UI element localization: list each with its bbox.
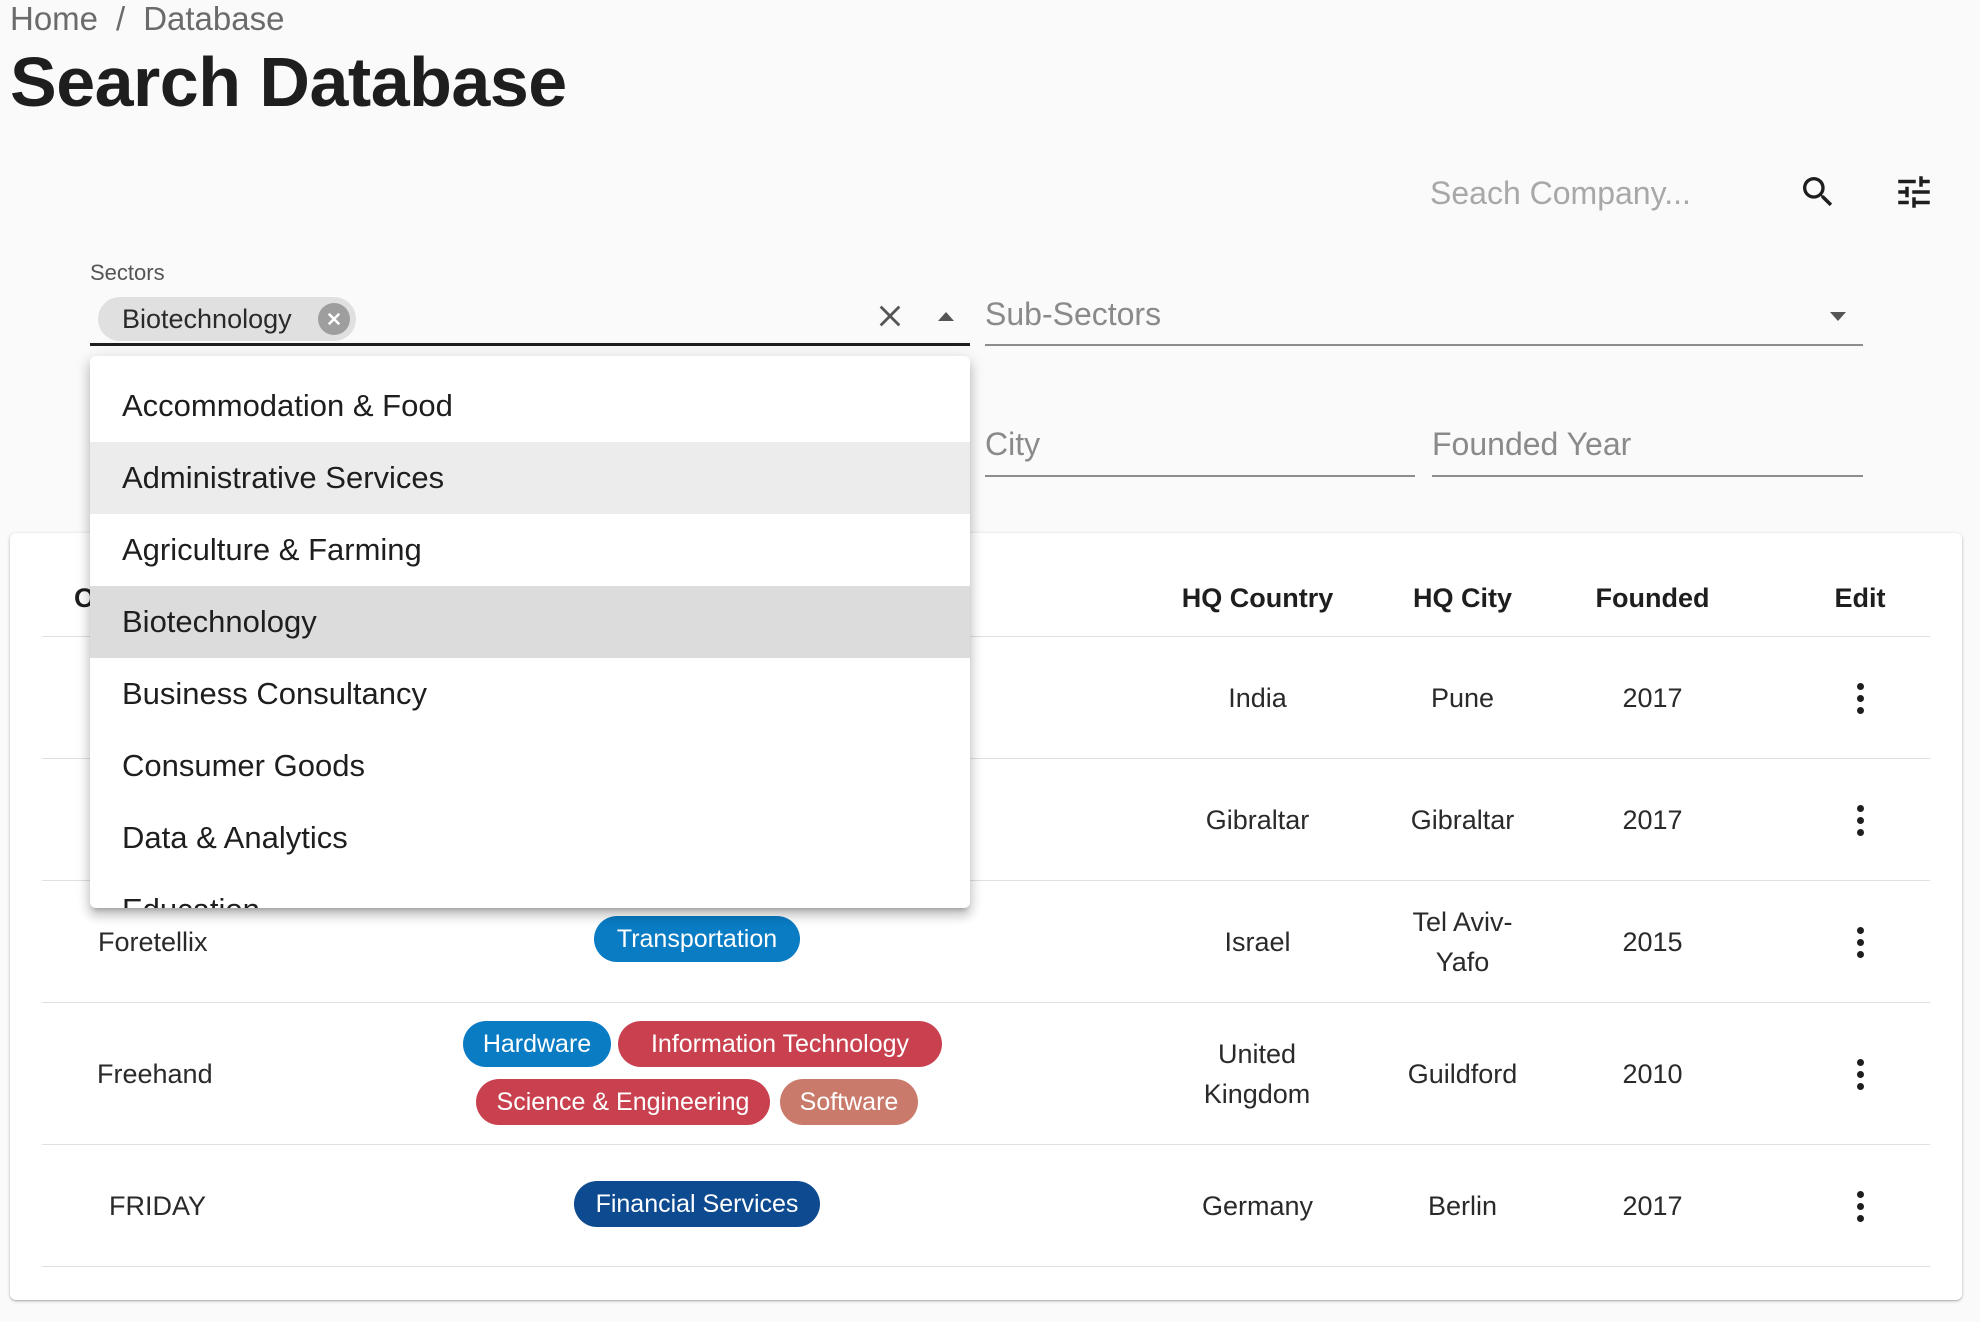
founded-year-field[interactable]: Founded Year <box>1432 426 1631 463</box>
breadcrumb-separator: / <box>116 0 126 37</box>
row-divider <box>42 1266 1930 1267</box>
close-icon <box>879 305 901 327</box>
dropdown-option-hovered[interactable]: Administrative Services <box>90 442 970 514</box>
caret-down-icon <box>1830 312 1846 321</box>
founded-cell: 2017 <box>1622 683 1683 713</box>
sectors-dropdown-menu: Accommodation & Food Administrative Serv… <box>90 356 970 908</box>
row-menu-button[interactable] <box>1836 668 1884 728</box>
filter-toggle-button[interactable] <box>1882 160 1946 224</box>
search-input[interactable] <box>1430 168 1750 218</box>
row-menu-button[interactable] <box>1836 1176 1884 1236</box>
hq-city-cell: Tel Aviv-Yafo <box>1412 907 1513 977</box>
column-header-edit: Edit <box>1834 583 1886 613</box>
sector-tag: Transportation <box>594 916 800 962</box>
sub-sectors-field[interactable]: Sub-Sectors <box>985 296 1161 333</box>
caret-up-icon <box>938 312 954 321</box>
city-field[interactable]: City <box>985 426 1040 463</box>
hq-country-cell: United Kingdom <box>1203 1039 1311 1109</box>
tune-icon <box>1898 176 1930 208</box>
city-underline <box>985 475 1415 477</box>
dropdown-option[interactable]: Education <box>90 874 970 908</box>
company-name-cell[interactable]: Freehand <box>97 1054 213 1094</box>
chip-remove-icon[interactable] <box>318 303 350 335</box>
column-header-founded[interactable]: Founded <box>1560 583 1745 614</box>
founded-cell: 2017 <box>1622 1191 1683 1221</box>
column-header-hq-city[interactable]: HQ City <box>1370 583 1555 614</box>
row-menu-button[interactable] <box>1836 1044 1884 1104</box>
sector-tag: Science & Engineering <box>476 1079 770 1125</box>
dropdown-option[interactable]: Data & Analytics <box>90 802 970 874</box>
hq-city-cell: Guildford <box>1407 1059 1518 1089</box>
dropdown-option-selected[interactable]: Biotechnology <box>90 586 970 658</box>
sub-sectors-dropdown-button[interactable] <box>1808 286 1868 346</box>
founded-year-underline <box>1432 475 1863 477</box>
company-name-cell[interactable]: Foretellix <box>98 922 208 962</box>
sectors-underline <box>90 343 970 346</box>
sector-tag: Software <box>780 1079 918 1125</box>
company-name-cell[interactable]: FRIDAY <box>109 1186 206 1226</box>
sector-chip[interactable]: Biotechnology <box>98 297 356 341</box>
sectors-label: Sectors <box>90 260 165 285</box>
row-menu-button[interactable] <box>1836 912 1884 972</box>
clear-sectors-button[interactable] <box>862 286 918 346</box>
hq-country-cell: Gibraltar <box>1205 805 1310 835</box>
sector-tag: Information Technology <box>618 1021 942 1067</box>
search-button[interactable] <box>1786 160 1850 224</box>
page-title: Search Database <box>10 43 567 121</box>
dropdown-option[interactable]: Agriculture & Farming <box>90 514 970 586</box>
column-header-hq-country[interactable]: HQ Country <box>1150 583 1365 614</box>
sector-tag: Financial Services <box>574 1181 820 1227</box>
hq-country-cell: India <box>1228 683 1287 713</box>
sectors-collapse-button[interactable] <box>918 286 974 346</box>
dropdown-option[interactable]: Consumer Goods <box>90 730 970 802</box>
hq-country-cell: Germany <box>1201 1191 1314 1221</box>
founded-cell: 2010 <box>1622 1059 1683 1089</box>
dropdown-option[interactable]: Accommodation & Food <box>90 370 970 442</box>
sector-tag: Hardware <box>463 1021 611 1067</box>
dropdown-option[interactable]: Business Consultancy <box>90 658 970 730</box>
hq-country-cell: Israel <box>1224 927 1291 957</box>
sector-chip-label: Biotechnology <box>122 303 292 334</box>
search-icon <box>1803 177 1833 207</box>
founded-cell: 2015 <box>1622 927 1683 957</box>
row-menu-button[interactable] <box>1836 790 1884 850</box>
breadcrumb-home-link[interactable]: Home <box>10 0 98 38</box>
sub-sectors-underline <box>985 344 1863 346</box>
founded-cell: 2017 <box>1622 805 1683 835</box>
hq-city-cell: Pune <box>1430 683 1495 713</box>
breadcrumb-current: Database <box>143 0 285 37</box>
hq-city-cell: Berlin <box>1427 1191 1498 1221</box>
breadcrumb: Home / Database <box>10 0 284 38</box>
hq-city-cell: Gibraltar <box>1410 805 1515 835</box>
